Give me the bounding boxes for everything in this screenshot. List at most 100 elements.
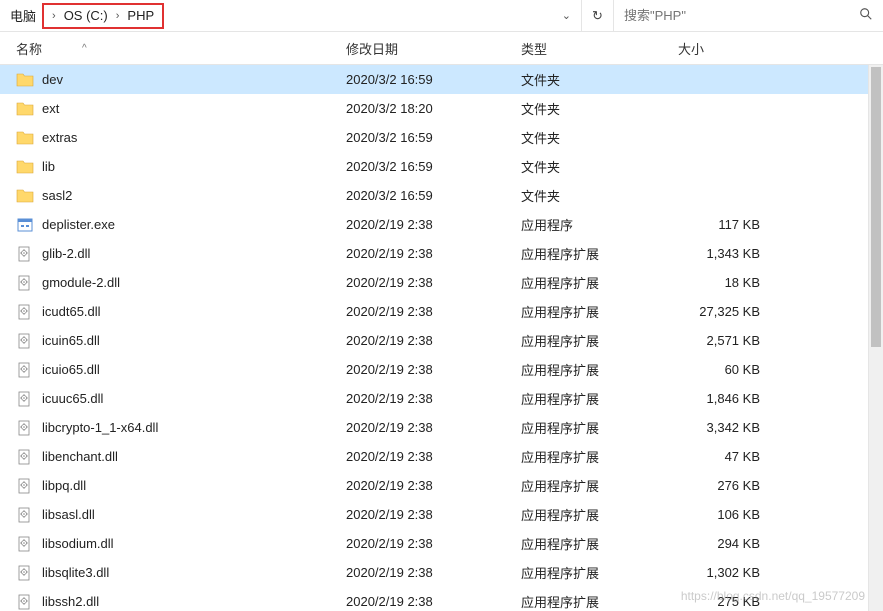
refresh-button[interactable]: ↻ — [581, 0, 613, 31]
file-date: 2020/2/19 2:38 — [346, 420, 521, 435]
file-name: libsodium.dll — [42, 536, 114, 551]
breadcrumb-computer[interactable]: 电脑 — [4, 6, 42, 25]
folder-icon — [16, 158, 34, 176]
dll-icon — [16, 564, 34, 582]
file-name: libcrypto-1_1-x64.dll — [42, 420, 158, 435]
file-date: 2020/2/19 2:38 — [346, 565, 521, 580]
file-type: 文件夹 — [521, 99, 678, 118]
file-type: 应用程序扩展 — [521, 244, 678, 263]
refresh-icon: ↻ — [592, 8, 603, 24]
dll-icon — [16, 390, 34, 408]
file-name-cell: icuio65.dll — [16, 361, 346, 379]
file-name: glib-2.dll — [42, 246, 90, 261]
address-search-bar: 电脑 › OS (C:) › PHP ⌄ ↻ — [0, 0, 883, 32]
file-size: 1,343 KB — [678, 246, 768, 261]
file-row[interactable]: libsqlite3.dll2020/2/19 2:38应用程序扩展1,302 … — [0, 558, 883, 587]
dll-icon — [16, 361, 34, 379]
file-row[interactable]: sasl22020/3/2 16:59文件夹 — [0, 181, 883, 210]
dll-icon — [16, 506, 34, 524]
search-input[interactable] — [614, 0, 883, 31]
file-date: 2020/2/19 2:38 — [346, 304, 521, 319]
file-row[interactable]: gmodule-2.dll2020/2/19 2:38应用程序扩展18 KB — [0, 268, 883, 297]
file-row[interactable]: lib2020/3/2 16:59文件夹 — [0, 152, 883, 181]
file-row[interactable]: icuuc65.dll2020/2/19 2:38应用程序扩展1,846 KB — [0, 384, 883, 413]
file-row[interactable]: libsasl.dll2020/2/19 2:38应用程序扩展106 KB — [0, 500, 883, 529]
file-type: 应用程序扩展 — [521, 360, 678, 379]
file-name-cell: icuin65.dll — [16, 332, 346, 350]
file-row[interactable]: icuio65.dll2020/2/19 2:38应用程序扩展60 KB — [0, 355, 883, 384]
file-row[interactable]: libcrypto-1_1-x64.dll 2020/2/19 2:38应用程序扩… — [0, 413, 883, 442]
file-type: 文件夹 — [521, 70, 678, 89]
file-row[interactable]: libenchant.dll2020/2/19 2:38应用程序扩展47 KB — [0, 442, 883, 471]
file-date: 2020/2/19 2:38 — [346, 275, 521, 290]
column-header-size[interactable]: 大小 — [678, 39, 768, 58]
dll-icon — [16, 245, 34, 263]
file-size: 18 KB — [678, 275, 768, 290]
dll-icon — [16, 303, 34, 321]
search-icon[interactable] — [859, 7, 873, 24]
scrollbar-track[interactable] — [868, 65, 883, 611]
file-type: 应用程序 — [521, 215, 678, 234]
file-type: 应用程序扩展 — [521, 534, 678, 553]
file-name: ext — [42, 101, 59, 116]
file-date: 2020/2/19 2:38 — [346, 449, 521, 464]
column-header-date[interactable]: 修改日期 — [346, 39, 521, 58]
file-row[interactable]: libpq.dll2020/2/19 2:38应用程序扩展276 KB — [0, 471, 883, 500]
file-name: icuin65.dll — [42, 333, 100, 348]
file-row[interactable]: dev2020/3/2 16:59文件夹 — [0, 65, 883, 94]
file-row[interactable]: deplister.exe2020/2/19 2:38应用程序117 KB — [0, 210, 883, 239]
folder-icon — [16, 71, 34, 89]
file-date: 2020/3/2 16:59 — [346, 188, 521, 203]
file-row[interactable]: extras2020/3/2 16:59文件夹 — [0, 123, 883, 152]
file-size: 275 KB — [678, 594, 768, 609]
file-name-cell: deplister.exe — [16, 216, 346, 234]
file-size: 1,302 KB — [678, 565, 768, 580]
file-type: 应用程序扩展 — [521, 563, 678, 582]
file-name: icudt65.dll — [42, 304, 101, 319]
file-row[interactable]: libsodium.dll2020/2/19 2:38应用程序扩展294 KB — [0, 529, 883, 558]
file-date: 2020/3/2 16:59 — [346, 130, 521, 145]
file-row[interactable]: icuin65.dll2020/2/19 2:38应用程序扩展2,571 KB — [0, 326, 883, 355]
file-name-cell: glib-2.dll — [16, 245, 346, 263]
file-type: 应用程序扩展 — [521, 505, 678, 524]
file-size: 276 KB — [678, 478, 768, 493]
chevron-right-icon[interactable]: › — [48, 10, 60, 22]
file-name-cell: libsasl.dll — [16, 506, 346, 524]
file-name-cell: libpq.dll — [16, 477, 346, 495]
dll-icon — [16, 535, 34, 553]
breadcrumb[interactable]: 电脑 › OS (C:) › PHP ⌄ ↻ — [0, 0, 613, 31]
file-type: 文件夹 — [521, 186, 678, 205]
file-type: 应用程序扩展 — [521, 418, 678, 437]
file-name: libsasl.dll — [42, 507, 95, 522]
file-size: 2,571 KB — [678, 333, 768, 348]
file-size: 60 KB — [678, 362, 768, 377]
file-name-cell: dev — [16, 71, 346, 89]
column-header-name[interactable]: 名称 ^ — [16, 39, 346, 58]
file-type: 应用程序扩展 — [521, 447, 678, 466]
file-type: 应用程序扩展 — [521, 331, 678, 350]
breadcrumb-segment-drive[interactable]: OS (C:) — [60, 8, 112, 23]
file-date: 2020/2/19 2:38 — [346, 478, 521, 493]
file-type: 文件夹 — [521, 128, 678, 147]
chevron-right-icon[interactable]: › — [112, 10, 124, 22]
column-header-type[interactable]: 类型 — [521, 39, 678, 58]
scrollbar-thumb[interactable] — [871, 67, 881, 347]
file-row[interactable]: icudt65.dll2020/2/19 2:38应用程序扩展27,325 KB — [0, 297, 883, 326]
file-name-cell: icudt65.dll — [16, 303, 346, 321]
file-size: 47 KB — [678, 449, 768, 464]
file-date: 2020/3/2 18:20 — [346, 101, 521, 116]
file-name-cell: icuuc65.dll — [16, 390, 346, 408]
file-size: 294 KB — [678, 536, 768, 551]
file-row[interactable]: glib-2.dll2020/2/19 2:38应用程序扩展1,343 KB — [0, 239, 883, 268]
dll-icon — [16, 593, 34, 611]
breadcrumb-dropdown[interactable]: ⌄ — [556, 0, 577, 31]
column-headers: 名称 ^ 修改日期 类型 大小 — [0, 32, 883, 65]
file-type: 应用程序扩展 — [521, 302, 678, 321]
file-row[interactable]: libssh2.dll2020/2/19 2:38应用程序扩展275 KB — [0, 587, 883, 610]
breadcrumb-segment-folder[interactable]: PHP — [123, 8, 158, 23]
file-name: icuuc65.dll — [42, 391, 103, 406]
file-name: libssh2.dll — [42, 594, 99, 609]
file-type: 应用程序扩展 — [521, 389, 678, 408]
file-row[interactable]: ext 2020/3/2 18:20文件夹 — [0, 94, 883, 123]
file-date: 2020/2/19 2:38 — [346, 217, 521, 232]
